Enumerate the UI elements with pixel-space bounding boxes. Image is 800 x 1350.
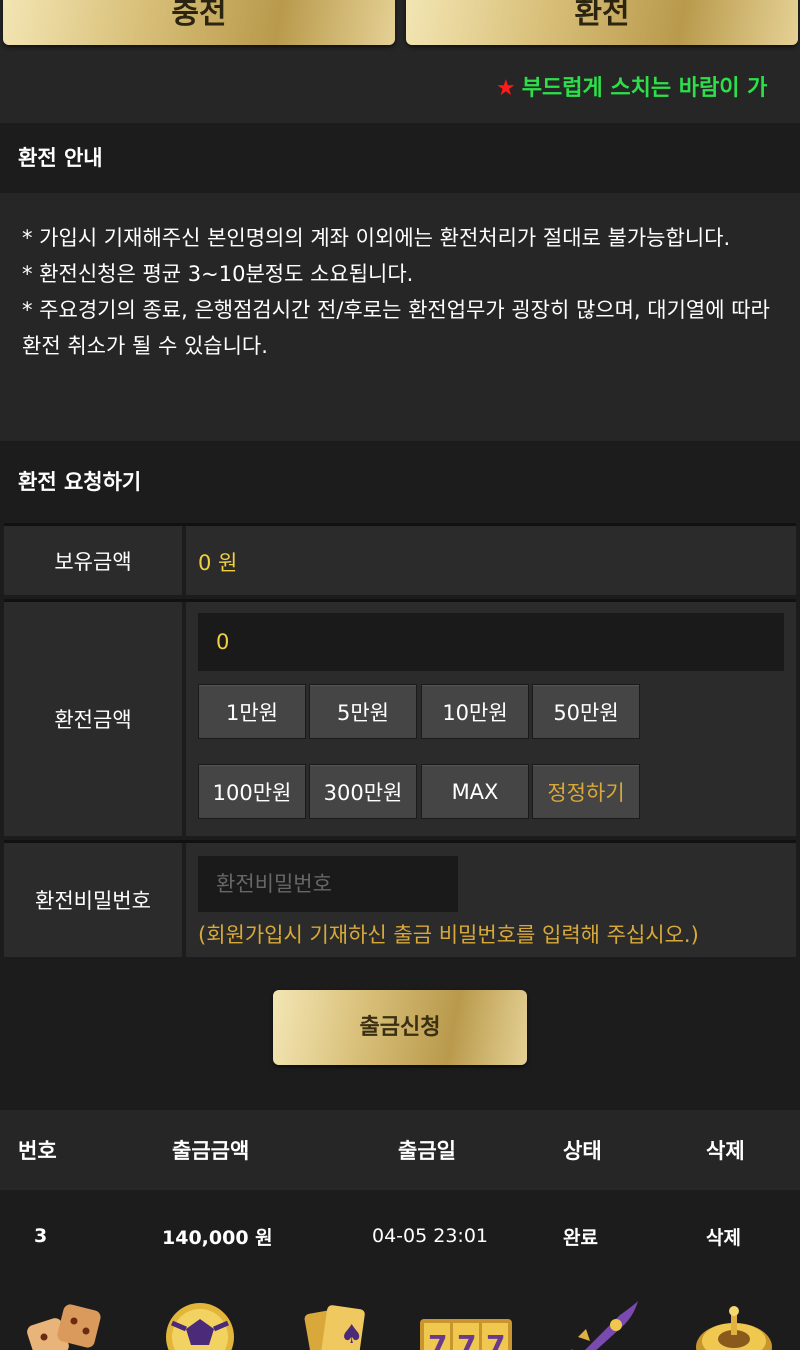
row-delete-button[interactable]: 삭제 — [706, 1190, 741, 1282]
balance-value: 0 원 — [198, 551, 238, 575]
amount-button-50k[interactable]: 5만원 — [309, 684, 417, 739]
balance-row: 보유금액 0 원 — [4, 523, 796, 595]
tab-withdraw[interactable]: 환전 — [406, 0, 798, 45]
balance-label: 보유금액 — [4, 526, 182, 595]
amount-label: 환전금액 — [4, 602, 182, 836]
amount-button-1m[interactable]: 100만원 — [198, 764, 306, 819]
rocket-icon[interactable] — [560, 1297, 640, 1350]
notice-line: * 환전신청은 평균 3~10분정도 소요됩니다. — [22, 262, 414, 286]
row-no: 3 — [34, 1225, 48, 1247]
password-hint: (회원가입시 기재하신 출금 비밀번호를 입력해 주십시오.) — [198, 923, 699, 947]
row-status: 완료 — [563, 1226, 598, 1249]
amount-button-100k[interactable]: 10만원 — [421, 684, 529, 739]
header-delete: 삭제 — [706, 1139, 745, 1163]
amount-cell: 1만원 5만원 10만원 50만원 100만원 300만원 MAX 정정하기 — [186, 602, 796, 836]
playing-cards-icon[interactable]: ♠ — [298, 1297, 378, 1350]
amount-button-10k[interactable]: 1만원 — [198, 684, 306, 739]
header-amount: 출금금액 — [172, 1139, 250, 1163]
marquee-message: 부드럽게 스치는 바람이 가 — [521, 76, 768, 101]
game-icon-bar: ♠ 7 7 7 — [0, 1283, 800, 1350]
table-header: 번호 출금금액 출금일 상태 삭제 — [0, 1110, 800, 1190]
amount-button-500k[interactable]: 50만원 — [532, 684, 640, 739]
svg-text:7: 7 — [428, 1329, 447, 1350]
slot-777-icon[interactable]: 7 7 7 — [418, 1297, 514, 1350]
table-row: 3 140,000 원 04-05 23:01 완료 삭제 — [0, 1190, 800, 1282]
password-label: 환전비밀번호 — [4, 843, 182, 957]
notice-marquee: ★ 부드럽게 스치는 바람이 가 — [0, 60, 800, 123]
top-tabs: 충전 환전 — [0, 0, 800, 60]
star-icon: ★ — [496, 76, 516, 101]
balance-cell: 0 원 — [186, 526, 796, 595]
svg-text:♠: ♠ — [340, 1320, 363, 1350]
header-no: 번호 — [18, 1139, 57, 1163]
marquee-text: ★ 부드럽게 스치는 바람이 가 — [496, 70, 767, 102]
request-title: 환전 요청하기 — [0, 441, 800, 523]
tab-deposit[interactable]: 충전 — [3, 0, 395, 45]
password-cell: (회원가입시 기재하신 출금 비밀번호를 입력해 주십시오.) — [186, 843, 796, 957]
notice-title: 환전 안내 — [0, 123, 800, 193]
password-row: 환전비밀번호 (회원가입시 기재하신 출금 비밀번호를 입력해 주십시오.) — [4, 840, 796, 957]
svg-text:7: 7 — [457, 1329, 476, 1350]
header-date: 출금일 — [398, 1139, 456, 1163]
notice-line: * 가입시 기재해주신 본인명의의 계좌 이외에는 환전처리가 절대로 불가능합… — [22, 226, 731, 250]
soccer-ball-icon[interactable] — [160, 1297, 240, 1350]
amount-input[interactable] — [198, 613, 784, 671]
withdraw-form: 보유금액 0 원 환전금액 1만원 5만원 10만원 50만원 100만원 30… — [4, 523, 796, 957]
dice-icon[interactable] — [26, 1297, 106, 1350]
amount-button-3m[interactable]: 300만원 — [309, 764, 417, 819]
header-status: 상태 — [563, 1139, 602, 1163]
withdraw-history-table: 번호 출금금액 출금일 상태 삭제 3 140,000 원 04-05 23:0… — [0, 1110, 800, 1282]
notice-body: * 가입시 기재해주신 본인명의의 계좌 이외에는 환전처리가 절대로 불가능합… — [0, 193, 800, 441]
password-input[interactable] — [198, 856, 458, 912]
amount-reset-button[interactable]: 정정하기 — [532, 764, 640, 819]
row-date: 04-05 23:01 — [372, 1225, 489, 1247]
amount-row: 환전금액 1만원 5만원 10만원 50만원 100만원 300만원 MAX 정… — [4, 599, 796, 836]
submit-withdraw-button[interactable]: 출금신청 — [273, 990, 527, 1065]
row-amount: 140,000 원 — [162, 1226, 273, 1249]
roulette-icon[interactable] — [694, 1297, 774, 1350]
svg-text:7: 7 — [486, 1329, 505, 1350]
notice-line: * 주요경기의 종료, 은행점검시간 전/후로는 환전업무가 굉장히 많으며, … — [22, 298, 770, 358]
amount-button-max[interactable]: MAX — [421, 764, 529, 819]
